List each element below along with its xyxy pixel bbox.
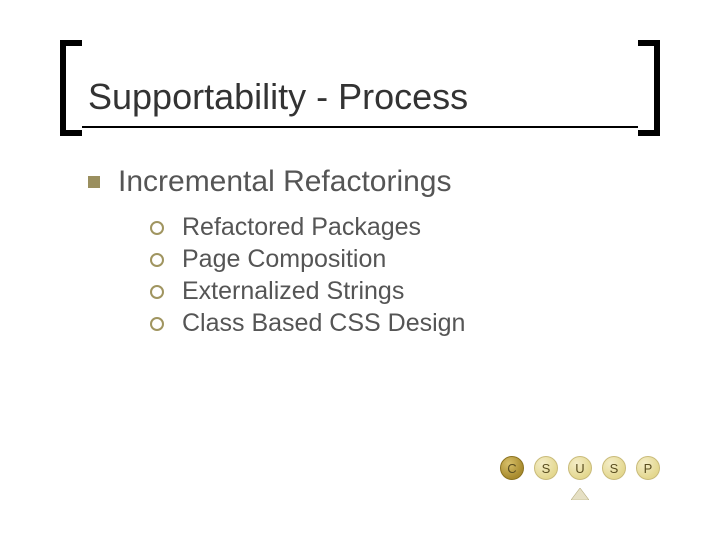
badge-s2: S [602,456,626,480]
list-item-label: Class Based CSS Design [182,309,465,338]
list-item: Page Composition [150,245,660,274]
list-item: Externalized Strings [150,277,660,306]
bullet-heading: Incremental Refactorings [118,165,452,199]
list-item: Refactored Packages [150,213,660,242]
circle-bullet-icon [150,317,164,331]
slide-body: Incremental Refactorings Refactored Pack… [60,165,660,341]
list-item-label: Page Composition [182,245,386,274]
slide-title-block: Supportability - Process [60,40,660,136]
bullet-level2-group: Refactored Packages Page Composition Ext… [150,213,660,338]
slide-title: Supportability - Process [88,76,632,118]
circle-bullet-icon [150,253,164,267]
square-bullet-icon [88,176,100,188]
badge-row: C S U S P [500,456,660,480]
badge-p: P [636,456,660,480]
bullet-level1: Incremental Refactorings [88,165,660,199]
title-underline [82,126,638,128]
pointer-arrow-icon [571,488,589,500]
badge-s: S [534,456,558,480]
list-item-label: Refactored Packages [182,213,421,242]
bracket-right-icon [638,40,660,136]
bracket-left-icon [60,40,82,136]
circle-bullet-icon [150,221,164,235]
circle-bullet-icon [150,285,164,299]
list-item-label: Externalized Strings [182,277,404,306]
badge-c: C [500,456,524,480]
list-item: Class Based CSS Design [150,309,660,338]
badge-u: U [568,456,592,480]
slide: Supportability - Process Incremental Ref… [0,0,720,540]
